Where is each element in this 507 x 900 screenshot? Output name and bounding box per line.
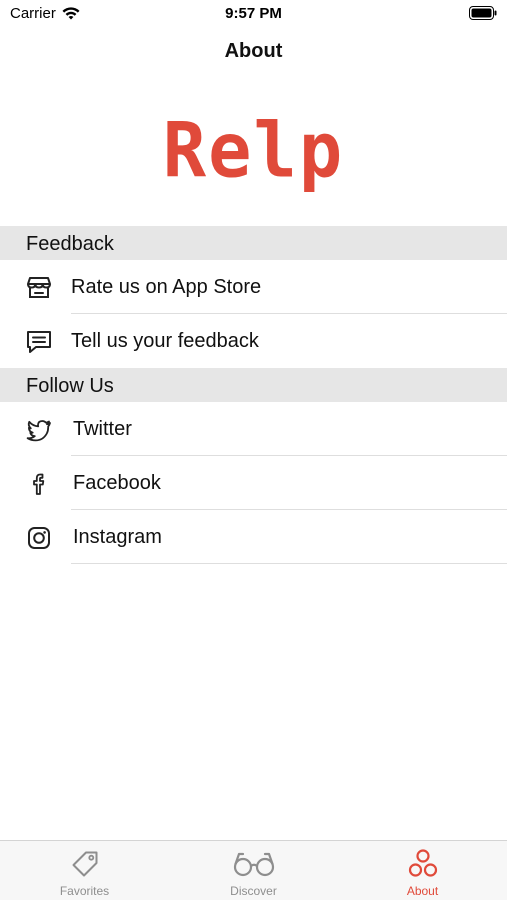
battery-icon — [469, 6, 497, 20]
row-separator — [71, 563, 507, 564]
tab-bar: Favorites Discover About — [0, 840, 507, 900]
app-logo: Relp — [162, 105, 345, 195]
section-title: Follow Us — [26, 375, 114, 397]
tab-about[interactable]: About — [338, 841, 507, 900]
circles-icon — [408, 849, 437, 877]
tab-favorites[interactable]: Favorites — [0, 841, 169, 900]
row-label: Facebook — [73, 472, 161, 494]
chat-icon — [27, 331, 51, 353]
clock: 9:57 PM — [225, 5, 282, 22]
rate-app-store-row[interactable]: Rate us on App Store — [0, 260, 507, 314]
row-label: Instagram — [73, 526, 162, 548]
status-bar: Carrier 9:57 PM — [0, 0, 507, 28]
tab-label: Favorites — [59, 884, 110, 898]
row-label: Twitter — [73, 418, 132, 440]
facebook-icon — [33, 473, 45, 495]
tag-icon — [72, 851, 97, 877]
store-icon — [27, 277, 51, 298]
tab-discover[interactable]: Discover — [169, 841, 338, 900]
glasses-icon — [233, 852, 274, 877]
section-title: Feedback — [26, 233, 114, 255]
section-header-feedback: Feedback — [0, 226, 507, 260]
row-label: Tell us your feedback — [71, 330, 259, 352]
tab-label: Discover — [230, 884, 277, 898]
instagram-icon — [28, 527, 50, 549]
row-label: Rate us on App Store — [71, 276, 262, 298]
facebook-row[interactable]: Facebook — [0, 456, 507, 510]
twitter-icon — [26, 420, 51, 442]
page-title: About — [224, 40, 283, 62]
instagram-row[interactable]: Instagram — [0, 510, 507, 564]
tab-label: About — [406, 884, 439, 898]
feedback-row[interactable]: Tell us your feedback — [0, 314, 507, 368]
twitter-row[interactable]: Twitter — [0, 402, 507, 456]
section-header-follow-us: Follow Us — [0, 368, 507, 402]
